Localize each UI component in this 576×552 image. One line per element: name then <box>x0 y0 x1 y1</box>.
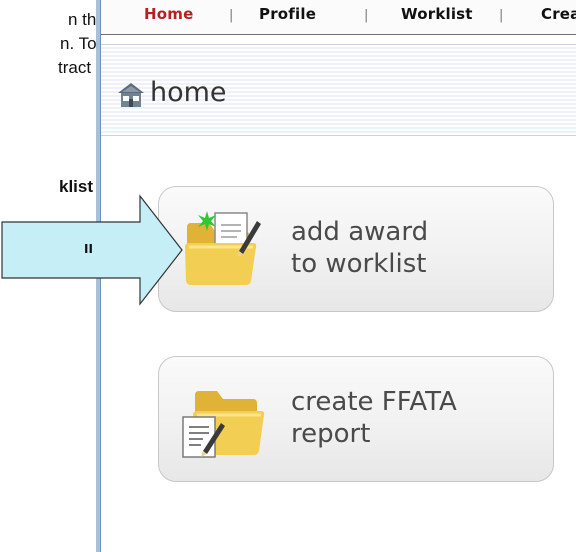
create-ffata-report-button[interactable]: create FFATA report <box>158 356 554 482</box>
nav-create[interactable]: Crea <box>541 6 576 22</box>
add-award-button[interactable]: add award to worklist <box>158 186 554 312</box>
tile-label-line-2: to worklist <box>291 249 427 279</box>
doc-text-line-2: n. To <box>60 34 97 53</box>
top-nav: Home | Profile | Worklist | Crea <box>101 0 576 35</box>
tile-label-line-1: add award <box>291 217 429 247</box>
home-icon <box>118 83 144 107</box>
nav-profile[interactable]: Profile <box>259 6 316 22</box>
callout-label: II <box>84 242 93 256</box>
folder-report-icon <box>182 391 265 458</box>
nav-worklist[interactable]: Worklist <box>401 6 473 22</box>
nav-separator: | <box>229 8 234 23</box>
tile-label-line-2: report <box>291 419 371 449</box>
folder-add-icon <box>185 211 261 285</box>
doc-text-line-3: tract <box>58 58 92 77</box>
doc-text-line-4: klist <box>59 177 94 196</box>
page-title: home <box>150 77 227 108</box>
nav-separator: | <box>499 8 504 23</box>
tile-label-line-1: create FFATA <box>291 387 457 417</box>
nav-home[interactable]: Home <box>144 6 193 22</box>
nav-separator: | <box>364 8 369 23</box>
